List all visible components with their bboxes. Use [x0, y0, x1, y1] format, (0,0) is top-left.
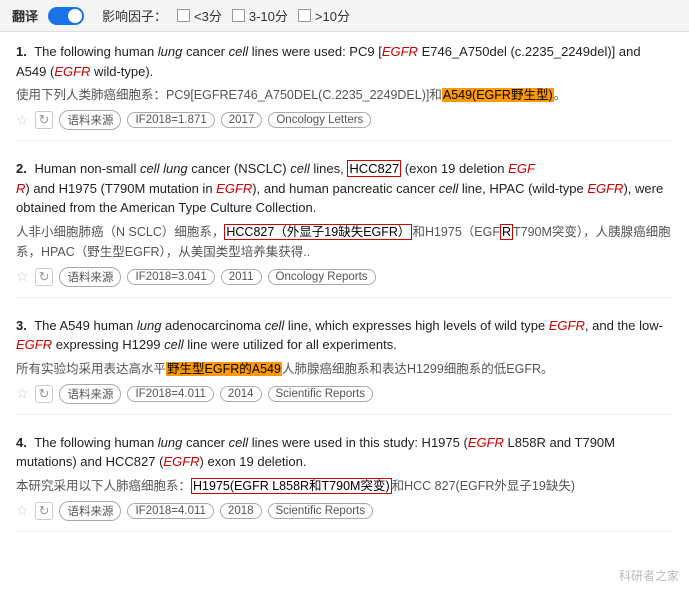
filter-label: 影响因子：: [102, 6, 167, 25]
result-1-source-tag[interactable]: 语料来源: [59, 110, 121, 130]
filter-lt3-checkbox[interactable]: [177, 9, 190, 22]
result-3-gene1: EGFR: [549, 318, 585, 333]
result-1-num: 1.: [16, 44, 27, 59]
result-4-zh: 本研究采用以下人肺癌细胞系：H1975(EGFR L858R和T790M突变)和…: [16, 476, 673, 496]
result-3-en: 3. The A549 human lung adenocarcinoma ce…: [16, 316, 673, 355]
result-1-refresh[interactable]: ↻: [35, 111, 54, 129]
result-3-gene2: EGFR: [16, 337, 52, 352]
result-4-if-tag: IF2018=4.011: [127, 503, 213, 519]
translate-toggle[interactable]: [48, 7, 84, 25]
result-2-num: 2.: [16, 161, 27, 176]
translate-label: 翻译: [12, 6, 38, 25]
filter-gt10[interactable]: >10分: [298, 6, 350, 25]
result-1-journal-tag[interactable]: Oncology Letters: [268, 112, 371, 128]
result-4-cell1: cell: [229, 435, 249, 450]
result-2-hcc827-highlight: HCC827: [347, 160, 401, 177]
result-3-if-tag: IF2018=4.011: [127, 386, 213, 402]
filter-3-10-checkbox[interactable]: [232, 9, 245, 22]
result-4-meta: ☆ ↻ 语料来源 IF2018=4.011 2018 Scientific Re…: [16, 501, 673, 521]
result-3-zh: 所有实验均采用表达高水平野生型EGFR的A549人肺腺癌细胞系和表达H1299细…: [16, 359, 673, 379]
result-1-star[interactable]: ☆: [16, 112, 29, 129]
result-3: 3. The A549 human lung adenocarcinoma ce…: [16, 316, 673, 415]
result-4-lung1: lung: [158, 435, 183, 450]
result-2-cell1: cell: [290, 161, 310, 176]
result-1-year-tag: 2017: [221, 112, 263, 128]
result-1-en: 1. The following human lung cancer cell …: [16, 42, 673, 81]
result-1-zh-highlight: A549(EGFR野生型): [442, 88, 554, 102]
result-2-zh-highlight1: HCC827（外显子19缺失EGFR）: [224, 224, 412, 240]
result-2-year-tag: 2011: [221, 269, 262, 285]
result-3-journal-tag[interactable]: Scientific Reports: [268, 386, 373, 402]
result-2-zh: 人非小细胞肺癌（N SCLC）细胞系，HCC827（外显子19缺失EGFR）和H…: [16, 222, 673, 262]
result-2-gene3: EGFR: [587, 181, 623, 196]
result-3-meta: ☆ ↻ 语料来源 IF2018=4.011 2014 Scientific Re…: [16, 384, 673, 404]
result-2: 2. Human non-small cell lung cancer (NSC…: [16, 159, 673, 298]
result-2-zh-highlight2: R: [500, 224, 513, 240]
result-3-source-tag[interactable]: 语料来源: [59, 384, 121, 404]
result-3-cell2: cell: [164, 337, 184, 352]
filter-3-10-label: 3-10分: [249, 6, 288, 25]
result-2-refresh[interactable]: ↻: [35, 268, 54, 286]
result-2-journal-tag[interactable]: Oncology Reports: [268, 269, 376, 285]
result-1-gene1: EGFR: [382, 44, 418, 59]
top-bar: 翻译 影响因子： <3分 3-10分 >10分: [0, 0, 689, 32]
result-3-num: 3.: [16, 318, 27, 333]
result-4-refresh[interactable]: ↻: [35, 502, 54, 520]
result-3-star[interactable]: ☆: [16, 385, 29, 402]
result-2-en: 2. Human non-small cell lung cancer (NSC…: [16, 159, 673, 218]
result-4-num: 4.: [16, 435, 27, 450]
filter-lt3[interactable]: <3分: [177, 6, 222, 25]
result-4-gene2: EGFR: [163, 454, 199, 469]
result-2-source-tag[interactable]: 语料来源: [59, 267, 121, 287]
result-3-cell1: cell: [265, 318, 285, 333]
filter-gt10-checkbox[interactable]: [298, 9, 311, 22]
result-3-year-tag: 2014: [220, 386, 262, 402]
result-4-source-tag[interactable]: 语料来源: [59, 501, 121, 521]
result-2-star[interactable]: ☆: [16, 268, 29, 285]
filter-3-10[interactable]: 3-10分: [232, 6, 288, 25]
result-1-cell1: cell: [229, 44, 249, 59]
result-2-gene2: EGFR: [216, 181, 252, 196]
result-2-if-tag: IF2018=3.041: [127, 269, 214, 285]
result-4-year-tag: 2018: [220, 503, 262, 519]
result-4-en: 4. The following human lung cancer cell …: [16, 433, 673, 472]
filter-lt3-label: <3分: [194, 6, 222, 25]
result-3-lung1: lung: [137, 318, 162, 333]
result-1-gene2: EGFR: [54, 64, 90, 79]
result-2-cell-lung: cell lung: [140, 161, 188, 176]
result-2-cell2: cell: [439, 181, 459, 196]
result-4-journal-tag[interactable]: Scientific Reports: [268, 503, 373, 519]
result-2-meta: ☆ ↻ 语料来源 IF2018=3.041 2011 Oncology Repo…: [16, 267, 673, 287]
result-3-refresh[interactable]: ↻: [35, 385, 54, 403]
result-1-zh: 使用下列人类肺癌细胞系：PC9[EGFRE746_A750DEL(C.2235_…: [16, 85, 673, 105]
result-4-star[interactable]: ☆: [16, 502, 29, 519]
result-1-lung1: lung: [158, 44, 183, 59]
result-1-meta: ☆ ↻ 语料来源 IF2018=1.871 2017 Oncology Lett…: [16, 110, 673, 130]
results-content: 1. The following human lung cancer cell …: [0, 32, 689, 560]
filter-gt10-label: >10分: [315, 6, 350, 25]
result-4-gene1: EGFR: [468, 435, 504, 450]
result-3-zh-highlight: 野生型EGFR的A549: [166, 362, 282, 376]
result-1: 1. The following human lung cancer cell …: [16, 42, 673, 141]
watermark: 科研者之家: [619, 567, 679, 584]
result-4-zh-highlight: H1975(EGFR L858R和T790M突变): [191, 478, 392, 494]
result-4: 4. The following human lung cancer cell …: [16, 433, 673, 532]
result-1-if-tag: IF2018=1.871: [127, 112, 214, 128]
result-2-gene1: EGFR: [16, 161, 535, 196]
